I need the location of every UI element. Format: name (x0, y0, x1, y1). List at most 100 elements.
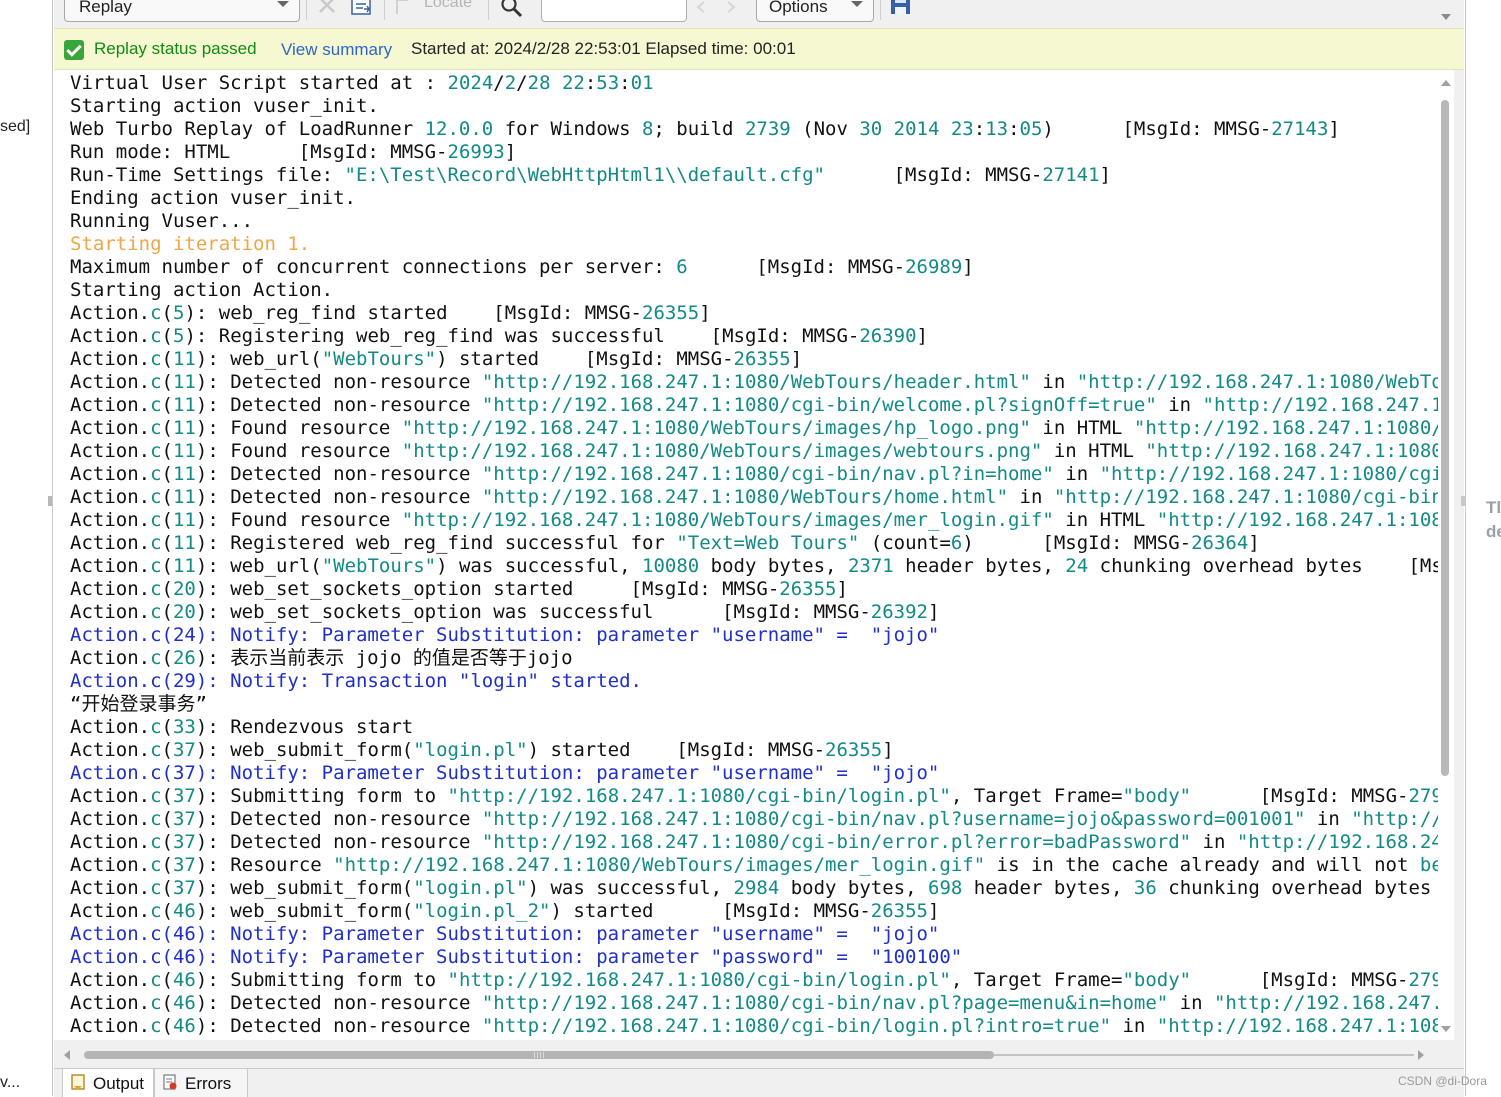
locate-button[interactable]: Locate (424, 0, 472, 12)
log-segment: ): Submitting form to (195, 969, 448, 991)
log-segment: ): Detected non-resource (195, 1015, 482, 1037)
log-segment: "http://192.168.247.1:1080/cgi-bin/login… (481, 1015, 1112, 1037)
log-segment: Ending action vuser_init. (70, 187, 356, 209)
log-segment: ): Found resource (195, 440, 402, 462)
log-segment: ): Detected non-resource (195, 992, 482, 1014)
log-segment: 26 (172, 647, 196, 669)
log-segment: 46 (172, 900, 196, 922)
log-segment: Action.c(37): Notify: Parameter Substitu… (70, 762, 940, 784)
log-segment: "http://192.168.247.1:1080/Web (1145, 440, 1442, 462)
output-log-area[interactable]: Virtual User Script started at : 2024/2/… (54, 70, 1442, 1040)
log-segment: "http://192.168.247.1:1080/WebTours/head… (481, 371, 1031, 393)
log-segment: 8 (641, 118, 654, 140)
log-segment: Starting iteration 1. (70, 233, 311, 255)
log-segment: c (150, 463, 162, 485)
log-line: Action.c(37): web_submit_form("login.pl"… (70, 739, 1442, 762)
log-segment: ): 表示当前表示 jojo 的值是否等于jojo (195, 647, 573, 669)
log-segment: c (150, 992, 162, 1014)
bottom-tab-bar: Output Errors (54, 1068, 1464, 1097)
log-segment: 27141 (1042, 164, 1100, 186)
tab-output[interactable]: Output (62, 1069, 154, 1097)
log-segment: ( (161, 900, 173, 922)
log-segment: "WebTours" (321, 348, 437, 370)
log-segment: ( (161, 486, 173, 508)
view-summary-link[interactable]: View summary (281, 40, 392, 60)
log-segment: Action. (70, 808, 151, 830)
log-segment: [MsgId: MMSG- (687, 256, 906, 278)
log-segment: 28 22 (527, 72, 585, 94)
log-line: Action.c(11): Found resource "http://192… (70, 440, 1442, 463)
log-segment: c (150, 969, 162, 991)
scroll-left-icon[interactable] (64, 1050, 70, 1060)
horizontal-scroll-track[interactable] (994, 1054, 1414, 1056)
log-segment: Action. (70, 440, 151, 462)
log-segment: 30 2014 23 (859, 118, 974, 140)
log-segment: Action.c(46): Notify: Parameter Substitu… (70, 923, 940, 945)
log-segment: c (150, 900, 162, 922)
log-segment: 33 (172, 716, 196, 738)
tab-errors-label: Errors (185, 1074, 232, 1093)
log-segment: Action.c(46): Notify: Parameter Substitu… (70, 946, 963, 968)
log-segment: 13 (985, 118, 1009, 140)
replay-combo-label: Replay (79, 0, 132, 16)
scroll-right-icon[interactable] (1418, 1050, 1424, 1060)
log-segment: "http://192.168.247.1:1080/WebTours/ (1076, 371, 1442, 393)
tab-errors[interactable]: Errors (154, 1069, 248, 1097)
log-segment: Action. (70, 371, 151, 393)
log-segment: ( (161, 992, 173, 1014)
log-segment: Action. (70, 647, 151, 669)
save-icon[interactable] (890, 0, 912, 16)
log-segment: Web Turbo Replay of LoadRunner (70, 118, 425, 140)
left-splitter-grip[interactable] (48, 496, 52, 506)
log-line: Action.c(11): Detected non-resource "htt… (70, 371, 1442, 394)
log-segment: ( (161, 578, 173, 600)
toolbar-overflow-icon[interactable] (1440, 12, 1452, 22)
log-segment: Action. (70, 601, 151, 623)
log-segment: , Target Frame= (950, 969, 1123, 991)
horizontal-scrollbar[interactable] (54, 1042, 1442, 1066)
log-segment: c (150, 716, 162, 738)
log-segment: ): web_set_sockets_option was successful… (195, 601, 871, 623)
log-segment: chunking overhead bytes [MsgId: (1099, 555, 1442, 577)
find-navigation-arrows[interactable] (694, 0, 746, 16)
log-segment: ( (161, 302, 173, 324)
log-segment: Maximum number of concurrent connections… (70, 256, 677, 278)
log-line: Action.c(37): Detected non-resource "htt… (70, 831, 1442, 854)
log-line: Action.c(37): Submitting form to "http:/… (70, 785, 1442, 808)
log-segment: 46 (172, 969, 196, 991)
log-line: Action.c(5): Registering web_reg_find wa… (70, 325, 1442, 348)
log-segment: Action. (70, 1015, 151, 1037)
log-segment: Action. (70, 463, 151, 485)
scroll-down-icon[interactable] (1441, 1026, 1451, 1032)
log-line: Action.c(11): Registered web_reg_find su… (70, 532, 1442, 555)
replay-combo[interactable]: Replay (64, 0, 300, 22)
log-segment: : (619, 72, 631, 94)
log-segment: c (150, 578, 162, 600)
left-panel-tab-fragment[interactable]: v... (0, 1074, 20, 1092)
vertical-scroll-thumb[interactable] (1441, 100, 1449, 776)
log-segment: ( (161, 647, 173, 669)
close-icon[interactable] (316, 0, 338, 16)
log-segment: Action. (70, 854, 151, 876)
log-segment: ] (916, 325, 928, 347)
log-segment: ): Registered web_reg_find successful fo… (195, 532, 677, 554)
log-segment: ): Detected non-resource (195, 394, 482, 416)
vertical-scrollbar[interactable] (1438, 70, 1454, 1040)
log-line: Action.c(46): web_submit_form("login.pl_… (70, 900, 1442, 923)
log-segment: ( (161, 854, 173, 876)
scroll-up-icon[interactable] (1441, 80, 1451, 86)
log-line: Action.c(11): Detected non-resource "htt… (70, 486, 1442, 509)
search-icon[interactable] (500, 0, 524, 18)
export-icon[interactable] (350, 0, 374, 18)
options-combo-label: Options (769, 0, 828, 16)
log-segment: 26989 (905, 256, 963, 278)
log-segment: ( (161, 1015, 173, 1037)
log-segment: c (150, 509, 162, 531)
log-segment: 46 (172, 1015, 196, 1037)
search-input[interactable] (541, 0, 687, 22)
log-segment: "http://192.168.247.1:1080/WebTours/imag… (401, 509, 1054, 531)
options-combo[interactable]: Options (756, 0, 874, 22)
log-segment: 37 (172, 808, 196, 830)
log-segment: Action.c(29): Notify: Transaction "login… (70, 670, 642, 692)
log-segment: c (150, 348, 162, 370)
